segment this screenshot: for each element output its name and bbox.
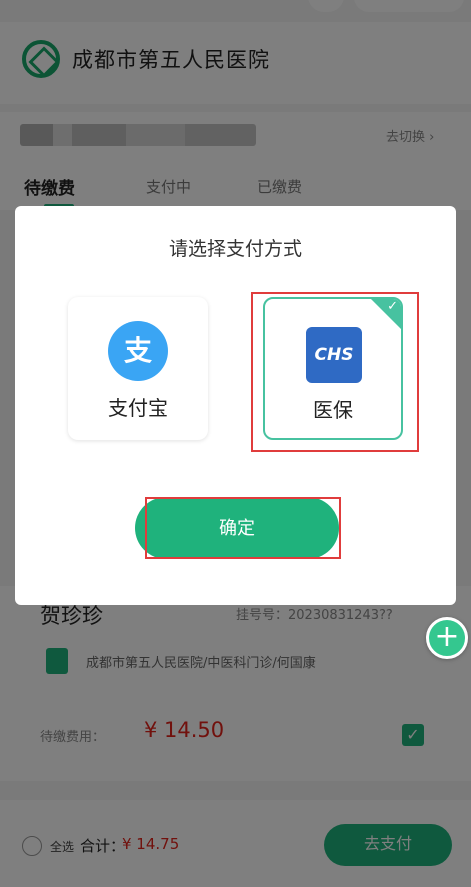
- medical-insurance-label: 医保: [313, 398, 353, 422]
- confirm-button[interactable]: 确定: [135, 497, 339, 559]
- medical-insurance-option[interactable]: ✓ CHS 医保: [263, 297, 403, 440]
- dialog-title: 请选择支付方式: [168, 238, 302, 260]
- alipay-icon: 支: [108, 321, 168, 381]
- add-icon[interactable]: +: [426, 617, 468, 659]
- alipay-option[interactable]: 支 支付宝: [68, 297, 208, 440]
- check-icon: ✓: [387, 299, 398, 314]
- payment-method-dialog: 请选择支付方式 支 支付宝 ✓ CHS 医保 确定: [15, 206, 456, 605]
- chs-icon: CHS: [306, 327, 362, 383]
- alipay-label: 支付宝: [108, 396, 168, 420]
